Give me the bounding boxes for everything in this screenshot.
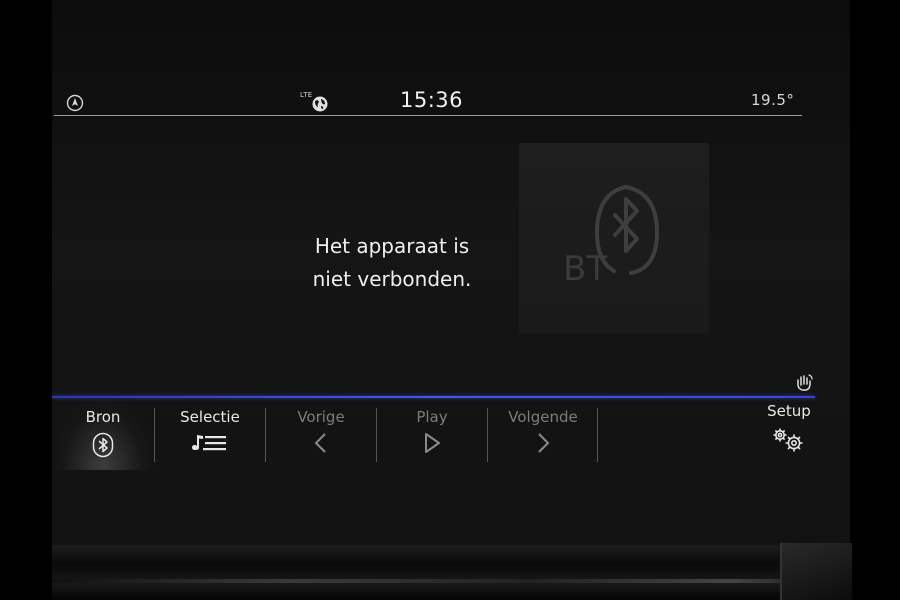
source-label: Bron bbox=[85, 408, 121, 426]
outside-temperature: 19.5° bbox=[751, 91, 795, 109]
next-label: Volgende bbox=[508, 408, 578, 426]
album-artwork-placeholder: BT bbox=[519, 143, 709, 333]
network-label: LTE bbox=[300, 91, 313, 99]
infotainment-screen: LTE 15:36 19.5° Het apparaat is niet ver… bbox=[52, 0, 850, 545]
connection-message: Het apparaat is niet verbonden. bbox=[282, 230, 502, 296]
setup-label: Setup bbox=[767, 402, 811, 420]
media-control-bar: Bron Selectie Vorige Play Volgende Setup bbox=[52, 398, 850, 498]
artwork-label: BT bbox=[563, 249, 608, 289]
play-button[interactable]: Play bbox=[377, 398, 487, 468]
bluetooth-icon bbox=[594, 185, 660, 275]
play-icon bbox=[425, 433, 440, 453]
setup-button[interactable]: Setup bbox=[746, 392, 832, 462]
selection-label: Selectie bbox=[180, 408, 240, 426]
bezel-right bbox=[850, 0, 900, 600]
dashboard-trim bbox=[52, 545, 850, 600]
hand-gesture-icon[interactable] bbox=[794, 372, 814, 392]
chevron-left-icon bbox=[314, 433, 326, 453]
selection-button[interactable]: Selectie bbox=[155, 398, 265, 468]
globe-icon bbox=[312, 96, 328, 112]
gears-icon bbox=[773, 428, 803, 452]
message-line-2: niet verbonden. bbox=[312, 267, 472, 291]
playlist-icon bbox=[192, 435, 226, 451]
bezel-left bbox=[0, 0, 52, 600]
network-indicator: LTE bbox=[300, 91, 334, 113]
message-line-1: Het apparaat is bbox=[314, 234, 470, 258]
status-bar: LTE 15:36 19.5° bbox=[52, 86, 850, 118]
previous-button[interactable]: Vorige bbox=[266, 398, 376, 468]
previous-label: Vorige bbox=[297, 408, 345, 426]
chevron-right-icon bbox=[538, 433, 550, 453]
separator bbox=[597, 408, 598, 462]
next-button[interactable]: Volgende bbox=[488, 398, 598, 468]
source-button[interactable]: Bron bbox=[52, 398, 154, 470]
status-divider bbox=[54, 115, 802, 116]
play-label: Play bbox=[416, 408, 448, 426]
bluetooth-icon bbox=[92, 432, 114, 458]
dashboard-trim-corner bbox=[780, 543, 852, 600]
navigation-compass-icon[interactable] bbox=[66, 94, 84, 112]
clock: 15:36 bbox=[400, 88, 464, 112]
